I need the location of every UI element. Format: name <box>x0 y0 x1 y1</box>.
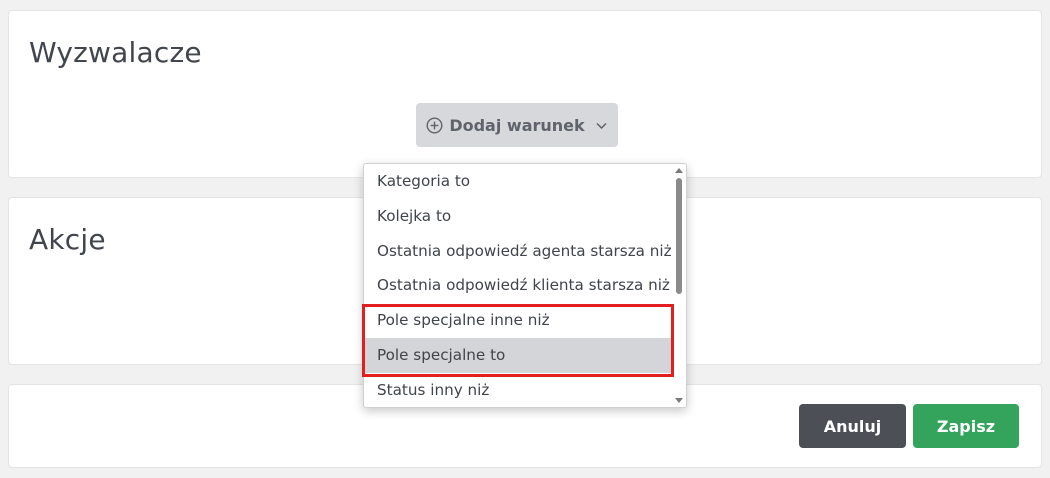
dropdown-list: Kategoria to Kolejka to Ostatnia odpowie… <box>364 164 674 407</box>
plus-circle-icon <box>426 116 443 134</box>
chevron-down-icon <box>595 119 608 132</box>
page: Wyzwalacze Dodaj warunek Akcje Anuluj Za… <box>0 0 1050 478</box>
cancel-button[interactable]: Anuluj <box>799 404 906 448</box>
scroll-down-arrow-icon[interactable] <box>675 398 683 403</box>
add-condition-button[interactable]: Dodaj warunek <box>416 103 618 147</box>
scroll-up-arrow-icon[interactable] <box>675 168 683 173</box>
dropdown-item-queue[interactable]: Kolejka to <box>364 199 674 234</box>
dropdown-item-custom-field-not[interactable]: Pole specjalne inne niż <box>364 303 674 338</box>
dropdown-item-category[interactable]: Kategoria to <box>364 164 674 199</box>
save-button[interactable]: Zapisz <box>913 404 1019 448</box>
dropdown-item-status-not[interactable]: Status inny niż <box>364 373 674 407</box>
triggers-panel: Wyzwalacze <box>8 10 1042 178</box>
scroll-thumb[interactable] <box>676 178 682 294</box>
dropdown-item-custom-field-is[interactable]: Pole specjalne to <box>364 337 674 373</box>
triggers-title: Wyzwalacze <box>29 36 202 69</box>
dropdown-scrollbar[interactable] <box>672 164 686 407</box>
dropdown-item-last-client-reply[interactable]: Ostatnia odpowiedź klienta starsza niż <box>364 268 674 303</box>
actions-title: Akcje <box>29 223 106 256</box>
dropdown-item-last-agent-reply[interactable]: Ostatnia odpowiedź agenta starsza niż <box>364 234 674 269</box>
condition-dropdown[interactable]: Kategoria to Kolejka to Ostatnia odpowie… <box>363 163 687 408</box>
add-condition-label: Dodaj warunek <box>449 115 585 135</box>
